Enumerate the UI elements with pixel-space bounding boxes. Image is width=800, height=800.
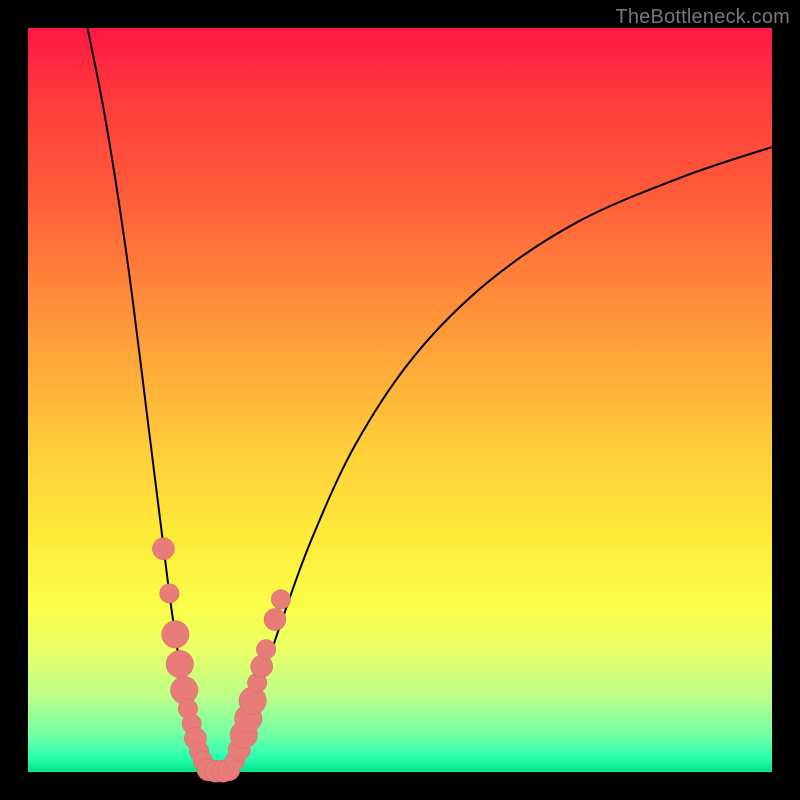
plot-svg	[28, 28, 772, 772]
chart-container: TheBottleneck.com	[0, 0, 800, 800]
curve-right	[229, 147, 772, 772]
bead-marker	[256, 640, 275, 659]
bead-marker	[264, 608, 286, 630]
beads-left	[152, 538, 212, 771]
bead-marker	[166, 650, 193, 677]
bead-marker	[162, 621, 189, 648]
bead-marker	[152, 538, 174, 560]
bead-marker	[271, 590, 290, 609]
beads-right	[225, 590, 291, 771]
plot-area	[28, 28, 772, 772]
bead-marker	[160, 584, 179, 603]
watermark-text: TheBottleneck.com	[615, 6, 790, 29]
